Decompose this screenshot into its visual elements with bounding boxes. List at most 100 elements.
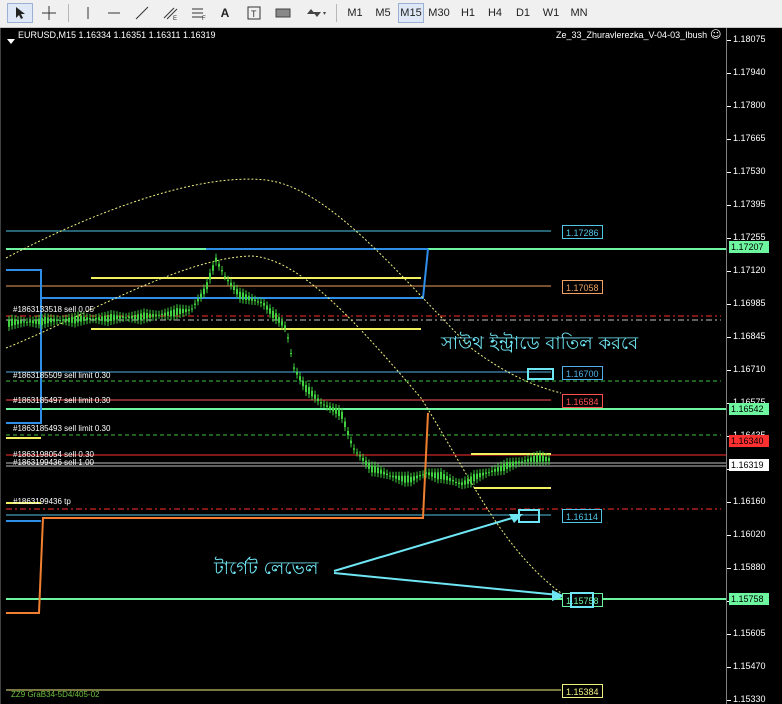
- text-icon[interactable]: A: [214, 3, 236, 23]
- candle-body: [377, 467, 379, 474]
- timeframe-h4[interactable]: H4: [482, 3, 508, 23]
- candle-body: [119, 315, 121, 319]
- level-label[interactable]: 1.17058: [562, 280, 603, 294]
- toolbar-separator: [336, 4, 337, 22]
- chart-collapse-icon[interactable]: [7, 30, 15, 49]
- candle-body: [257, 301, 259, 303]
- candle-body: [536, 455, 538, 463]
- text-label-icon[interactable]: T: [242, 3, 266, 23]
- level-label[interactable]: 1.17286: [562, 225, 603, 239]
- trend-line-icon[interactable]: [130, 3, 154, 23]
- candle-body: [461, 482, 463, 486]
- order-label[interactable]: #1863185497 sell limit 0.30: [13, 396, 110, 405]
- candle-body: [227, 279, 229, 282]
- candle-body: [287, 337, 289, 339]
- arrow-line: [333, 572, 560, 596]
- order-label[interactable]: #1863133518 sell 0.05: [13, 305, 94, 314]
- candle-body: [362, 457, 364, 461]
- candle-body: [335, 408, 337, 414]
- timeframe-m1[interactable]: M1: [342, 3, 368, 23]
- level-label[interactable]: 1.15384: [562, 684, 603, 698]
- candle-body: [101, 316, 103, 321]
- svg-text:T: T: [251, 9, 257, 19]
- candle-body: [242, 292, 244, 300]
- candle-body: [506, 462, 508, 469]
- symbol-header: EURUSD,M15 1.16334 1.16351 1.16311 1.163…: [18, 30, 216, 40]
- candle-body: [281, 321, 283, 326]
- candle-body: [191, 308, 193, 310]
- candle-body: [62, 319, 64, 321]
- candle-body: [467, 478, 469, 485]
- candle-body: [305, 385, 307, 392]
- order-label[interactable]: #1863199436 sell 1.00: [13, 458, 94, 467]
- candle-body: [77, 315, 79, 323]
- candle-body: [455, 482, 457, 483]
- candle-body: [164, 312, 166, 316]
- candle-body: [134, 315, 136, 320]
- order-label[interactable]: #1863199436 tp: [13, 497, 71, 506]
- candle-body: [353, 448, 355, 450]
- candle-body: [308, 387, 310, 394]
- candle-body: [524, 460, 526, 462]
- price-tick: 1.17800: [727, 100, 766, 110]
- order-label[interactable]: #1863185509 sell limit 0.30: [13, 371, 110, 380]
- cursor-icon[interactable]: [7, 3, 33, 23]
- candle-body: [122, 316, 124, 318]
- candle-body: [437, 472, 439, 480]
- vertical-line-icon[interactable]: [76, 3, 100, 23]
- level-label[interactable]: 1.16700: [562, 366, 603, 380]
- candle-body: [152, 314, 154, 317]
- candle-body: [326, 405, 328, 407]
- highlight-box-entry: [527, 368, 554, 380]
- arrows-icon[interactable]: [302, 3, 330, 23]
- candle-body: [365, 460, 367, 465]
- candle-body: [491, 470, 493, 472]
- candle-body: [521, 461, 523, 463]
- candle-body: [500, 465, 502, 472]
- level-label[interactable]: 1.16114: [562, 509, 602, 523]
- candle-body: [104, 315, 106, 322]
- chart-area[interactable]: EURUSD,M15 1.16334 1.16351 1.16311 1.163…: [0, 28, 727, 704]
- price-tick: 1.16020: [727, 529, 766, 539]
- candle-body: [14, 319, 16, 325]
- candle-body: [233, 285, 235, 290]
- timeframe-m30[interactable]: M30: [426, 3, 452, 23]
- timeframe-h1[interactable]: H1: [455, 3, 481, 23]
- candle-body: [128, 316, 130, 318]
- candle-body: [383, 471, 385, 475]
- timeframe-mn[interactable]: MN: [566, 3, 592, 23]
- candle-body: [38, 318, 40, 325]
- candle-body: [92, 318, 94, 320]
- candle-body: [53, 318, 55, 322]
- timeframe-m15[interactable]: M15: [398, 3, 424, 23]
- timeframe-m5[interactable]: M5: [370, 3, 396, 23]
- candle-body: [83, 316, 85, 321]
- order-label[interactable]: #1863185493 sell limit 0.30: [13, 424, 110, 433]
- candle-body: [434, 472, 436, 478]
- highlight-box-target-2: [570, 592, 594, 608]
- level-label[interactable]: 1.16584: [562, 394, 603, 408]
- candle-body: [239, 291, 241, 299]
- candle-body: [485, 472, 487, 474]
- price-tick: 1.16160: [727, 496, 766, 506]
- crosshair-icon[interactable]: [36, 3, 62, 23]
- rectangle-icon[interactable]: [270, 3, 296, 23]
- timeframe-w1[interactable]: W1: [538, 3, 564, 23]
- equidistant-channel-icon[interactable]: E: [158, 3, 184, 23]
- candle-body: [269, 308, 271, 314]
- price-tick: 1.15605: [727, 628, 766, 638]
- candle-body: [488, 472, 490, 474]
- candle-body: [479, 473, 481, 478]
- horizontal-line-icon[interactable]: [102, 3, 126, 23]
- candle-body: [509, 461, 511, 468]
- candle-body: [167, 311, 169, 316]
- timeframe-d1[interactable]: D1: [510, 3, 536, 23]
- candle-body: [341, 411, 343, 419]
- annotation-target-level: টার্গেট লেভেল: [214, 558, 319, 579]
- indicator-footer: ZZ9 GraB34-5D4/405-02: [11, 690, 100, 699]
- candle-body: [155, 314, 157, 316]
- candle-body: [275, 313, 277, 321]
- candle-body: [23, 321, 25, 323]
- fibonacci-icon[interactable]: F: [186, 3, 212, 23]
- candle-body: [179, 308, 181, 315]
